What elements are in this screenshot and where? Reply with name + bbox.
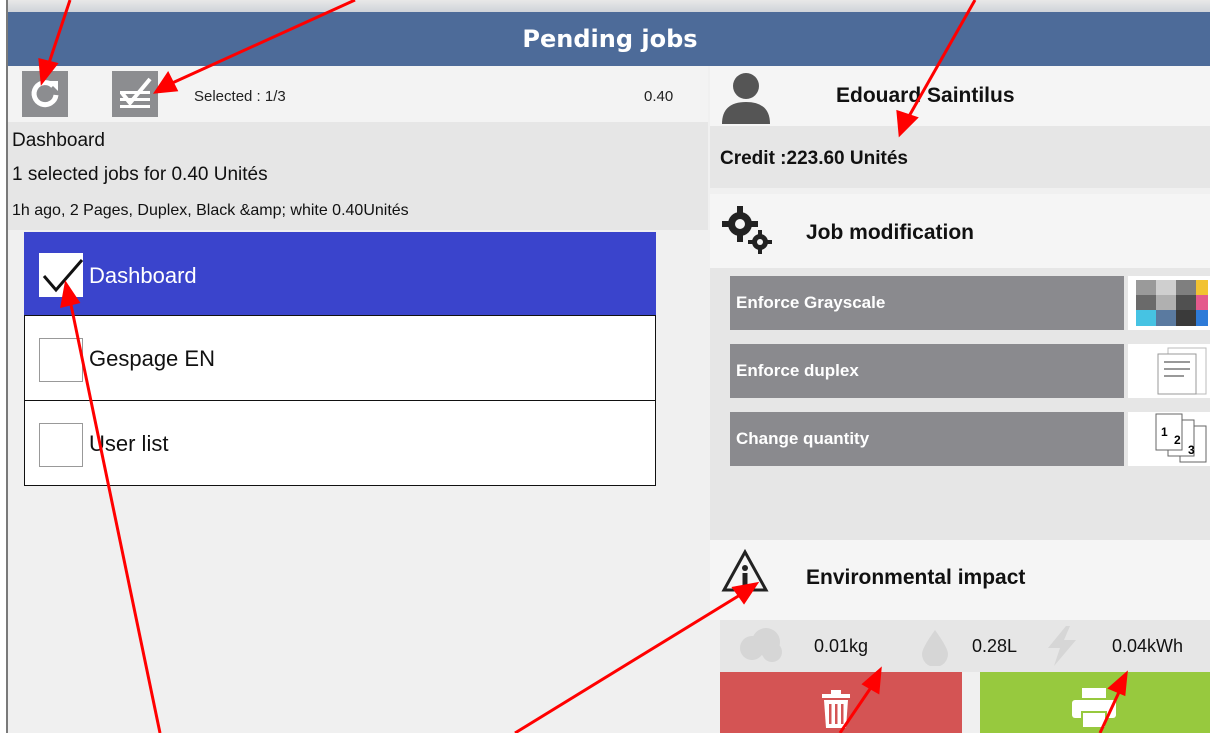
environmental-impact-title: Environmental impact [806,566,1026,589]
job-modification-title: Job modification [806,221,974,244]
selected-amount: 0.40 [644,88,674,105]
printer-icon [1072,688,1116,728]
summary-details: 1h ago, 2 Pages, Duplex, Black &amp; whi… [12,202,409,219]
job-details-panel: Edouard Saintilus Credit :223.60 Unités [710,66,1210,733]
selected-count: Selected : 1/3 [194,88,286,105]
credit-row: Credit :223.60 Unités [710,126,1210,188]
water-drop-icon [922,630,948,666]
environmental-stats: 0.01kg 0.28L 0.04kWh [720,620,1210,672]
environment-info-icon [721,548,769,592]
environmental-impact-header: Environmental impact [710,540,1210,620]
co2-value: 0.01kg [814,636,869,656]
job-row-dashboard[interactable]: Dashboard [24,232,656,316]
gears-icon [722,206,772,254]
job-label: Gespage EN [89,346,215,371]
job-row-gespage-en[interactable]: Gespage EN [24,315,656,401]
job-label: User list [89,431,169,456]
energy-bolt-icon [1048,626,1076,666]
job-modification-options: Enforce Grayscale Enforce duplex Change … [710,268,1210,540]
delete-job-button[interactable] [720,672,962,733]
user-credit: Credit :223.60 Unités [720,148,908,169]
job-label: Dashboard [89,263,197,288]
trash-icon [822,690,850,728]
summary-selection-text: 1 selected jobs for 0.40 Unités [12,164,268,185]
water-value: 0.28L [972,636,1018,656]
select-all-checklist-icon [120,77,152,108]
job-checkbox-checked[interactable] [39,253,84,297]
svg-text:1: 1 [1161,425,1168,439]
enforce-grayscale-button[interactable]: Enforce Grayscale [730,276,1124,330]
summary-title: Dashboard [12,130,105,151]
user-name: Edouard Saintilus [836,84,1015,107]
refresh-icon [31,80,59,108]
user-avatar-icon [722,73,770,124]
job-modification-header: Job modification [710,194,1210,268]
user-header: Edouard Saintilus [710,66,1210,126]
grayscale-swatch-icon[interactable] [1128,276,1210,330]
select-all-button[interactable] [112,71,158,117]
energy-value: 0.04kWh [1112,636,1184,656]
job-checkbox[interactable] [39,338,83,382]
refresh-button[interactable] [22,71,68,117]
enforce-duplex-button[interactable]: Enforce duplex [730,344,1124,398]
change-quantity-button[interactable]: Change quantity [730,412,1124,466]
svg-text:2: 2 [1174,433,1181,447]
co2-cloud-icon [740,628,782,662]
window-top-edge [8,0,1210,12]
selection-summary: Dashboard 1 selected jobs for 0.40 Unité… [8,122,708,230]
app-window: Pending jobs Selected : 1/3 0.40 Dashboa… [6,0,1210,733]
copies-stack-icon[interactable]: 1 2 3 [1128,412,1210,466]
job-checkbox[interactable] [39,423,83,467]
print-job-button[interactable] [980,672,1210,733]
jobs-toolbar: Selected : 1/3 0.40 [8,66,708,122]
duplex-pages-icon[interactable] [1128,344,1210,398]
job-row-user-list[interactable]: User list [24,400,656,486]
checkmark-icon [42,259,84,293]
svg-text:3: 3 [1188,443,1195,457]
page-title: Pending jobs [8,12,1210,66]
job-list: Dashboard Gespage EN User list [24,232,656,486]
